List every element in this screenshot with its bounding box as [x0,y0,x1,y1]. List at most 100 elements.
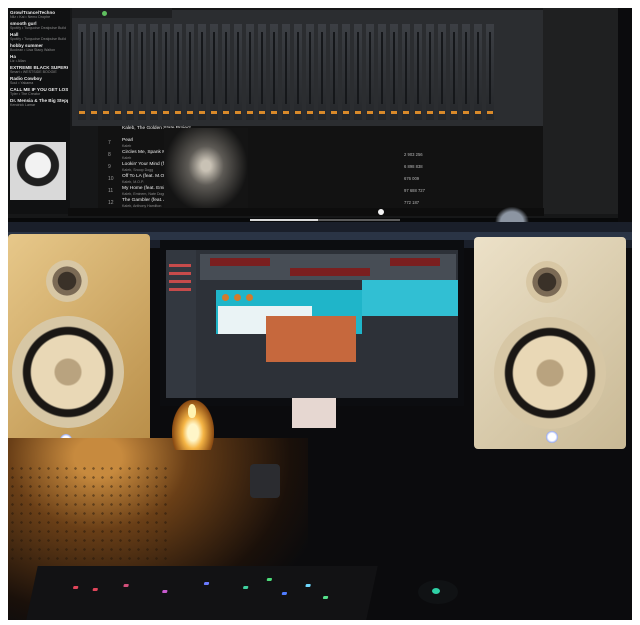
fader-knob[interactable] [271,111,277,114]
fader-knob[interactable] [307,111,313,114]
mixer-channel-strip[interactable] [342,24,350,120]
mixer-channel-strip[interactable] [258,24,266,120]
fader-knob[interactable] [163,111,169,114]
mixer-channel-strip[interactable] [390,24,398,120]
fader-knob[interactable] [331,111,337,114]
mixer-channel-strip[interactable] [90,24,98,120]
fader-knob[interactable] [295,111,301,114]
mixer-channel-strip[interactable] [150,24,158,120]
mixer-channel-strip[interactable] [354,24,362,120]
mixer-channel-strip[interactable] [198,24,206,120]
browser-item[interactable] [169,264,191,267]
mixer-channel-strip[interactable] [78,24,86,120]
mixer-channel-strip[interactable] [474,24,482,120]
fader-knob[interactable] [199,111,205,114]
playlist-item[interactable]: EXTREME BLACK SUPERHEROESSmart • WESTSID… [8,63,70,74]
fader-knob[interactable] [259,111,265,114]
pattern-clip[interactable] [290,268,370,276]
fader-knob[interactable] [439,111,445,114]
mixer-channel-strip[interactable] [306,24,314,120]
fader-knob[interactable] [343,111,349,114]
mixer-channel-strip[interactable] [234,24,242,120]
plugin-knob[interactable] [222,294,229,301]
mixer-channel-strip[interactable] [162,24,170,120]
fader-knob[interactable] [475,111,481,114]
mixer-channel-strip[interactable] [186,24,194,120]
mixer-channel-strip[interactable] [414,24,422,120]
mixer-channel-strip[interactable] [210,24,218,120]
mixer-channel-strip[interactable] [138,24,146,120]
playlist-item[interactable]: CALL ME IF YOU GET LOST: The Estate Sale… [8,85,70,96]
playlist-item[interactable]: Hall Spotify • Turquoise Dealpulse Build [8,30,70,41]
keyboard-key[interactable] [72,586,79,589]
mixer-channel-strip[interactable] [222,24,230,120]
fader-knob[interactable] [355,111,361,114]
pattern-clip[interactable] [210,258,270,266]
playlist-item[interactable]: Radio Cowboy Soul • Yakama [8,74,70,85]
fader-knob[interactable] [91,111,97,114]
fader-knob[interactable] [319,111,325,114]
keyboard-key[interactable] [162,590,168,593]
playlist-item[interactable]: Ha Liz • Allan [8,52,70,63]
mixer-channel-strip[interactable] [438,24,446,120]
fader-knob[interactable] [103,111,109,114]
fader-knob[interactable] [487,111,493,114]
keyboard-key[interactable] [92,588,99,591]
plugin-knob[interactable] [246,294,253,301]
fader-knob[interactable] [115,111,121,114]
playlist-item[interactable]: hobby summer Boolean • Lisa Stacy Walton [8,41,70,52]
keyboard-key[interactable] [266,578,273,581]
fl-playlist-arrangement[interactable] [200,254,456,280]
browser-item[interactable] [169,272,191,275]
fader-knob[interactable] [139,111,145,114]
fader-knob[interactable] [175,111,181,114]
mixer-channel-strip[interactable] [294,24,302,120]
fader-knob[interactable] [463,111,469,114]
keyboard-key[interactable] [242,586,249,589]
play-pause-icon[interactable] [378,209,384,215]
rgb-keyboard[interactable] [26,566,378,620]
mixer-channel-strip[interactable] [126,24,134,120]
keyboard-key[interactable] [281,592,288,595]
fader-knob[interactable] [427,111,433,114]
plugin-mixer-panel[interactable] [266,316,356,362]
fader-knob[interactable] [415,111,421,114]
album-art-thumbnail[interactable] [10,142,66,200]
fader-knob[interactable] [247,111,253,114]
fader-knob[interactable] [451,111,457,114]
mixer-channel-strip[interactable] [402,24,410,120]
playlist-item[interactable]: smooth gurl Spotify • Turquoise Dealpulse… [8,19,70,30]
fader-knob[interactable] [367,111,373,114]
mixer-channel-strip[interactable] [270,24,278,120]
mixer-channel-strip[interactable] [462,24,470,120]
fader-knob[interactable] [127,111,133,114]
playlist-item[interactable]: Dr. Mensia & The Big SteppersKendrick La… [8,96,70,107]
fader-knob[interactable] [283,111,289,114]
mixer-channel-strip[interactable] [330,24,338,120]
mixer-channel-strip[interactable] [378,24,386,120]
now-playing-artwork[interactable] [164,128,248,212]
keyboard-key[interactable] [305,584,311,587]
effect-plugin-window[interactable] [362,280,458,316]
fader-knob[interactable] [403,111,409,114]
mixer-channel-strip[interactable] [102,24,110,120]
browser-item[interactable] [169,288,191,291]
keyboard-key[interactable] [203,582,210,585]
fader-knob[interactable] [391,111,397,114]
mixer-channel-strip[interactable] [114,24,122,120]
mixer-channel-strip[interactable] [318,24,326,120]
fader-knob[interactable] [235,111,241,114]
play-icon[interactable] [102,11,107,16]
keyboard-key[interactable] [322,596,329,599]
playlist-item[interactable]: Grow/Trance/Techno Nilz • Kai • Nemo Drop… [8,8,70,19]
fader-knob[interactable] [379,111,385,114]
mixer-channel-strip[interactable] [282,24,290,120]
keyboard-key[interactable] [123,584,129,587]
plugin-knob[interactable] [234,294,241,301]
fader-knob[interactable] [223,111,229,114]
mixer-channel-strip[interactable] [486,24,494,120]
fader-knob[interactable] [151,111,157,114]
mixer-channel-strip[interactable] [426,24,434,120]
mixer-channel-strip[interactable] [246,24,254,120]
pattern-clip[interactable] [390,258,440,266]
